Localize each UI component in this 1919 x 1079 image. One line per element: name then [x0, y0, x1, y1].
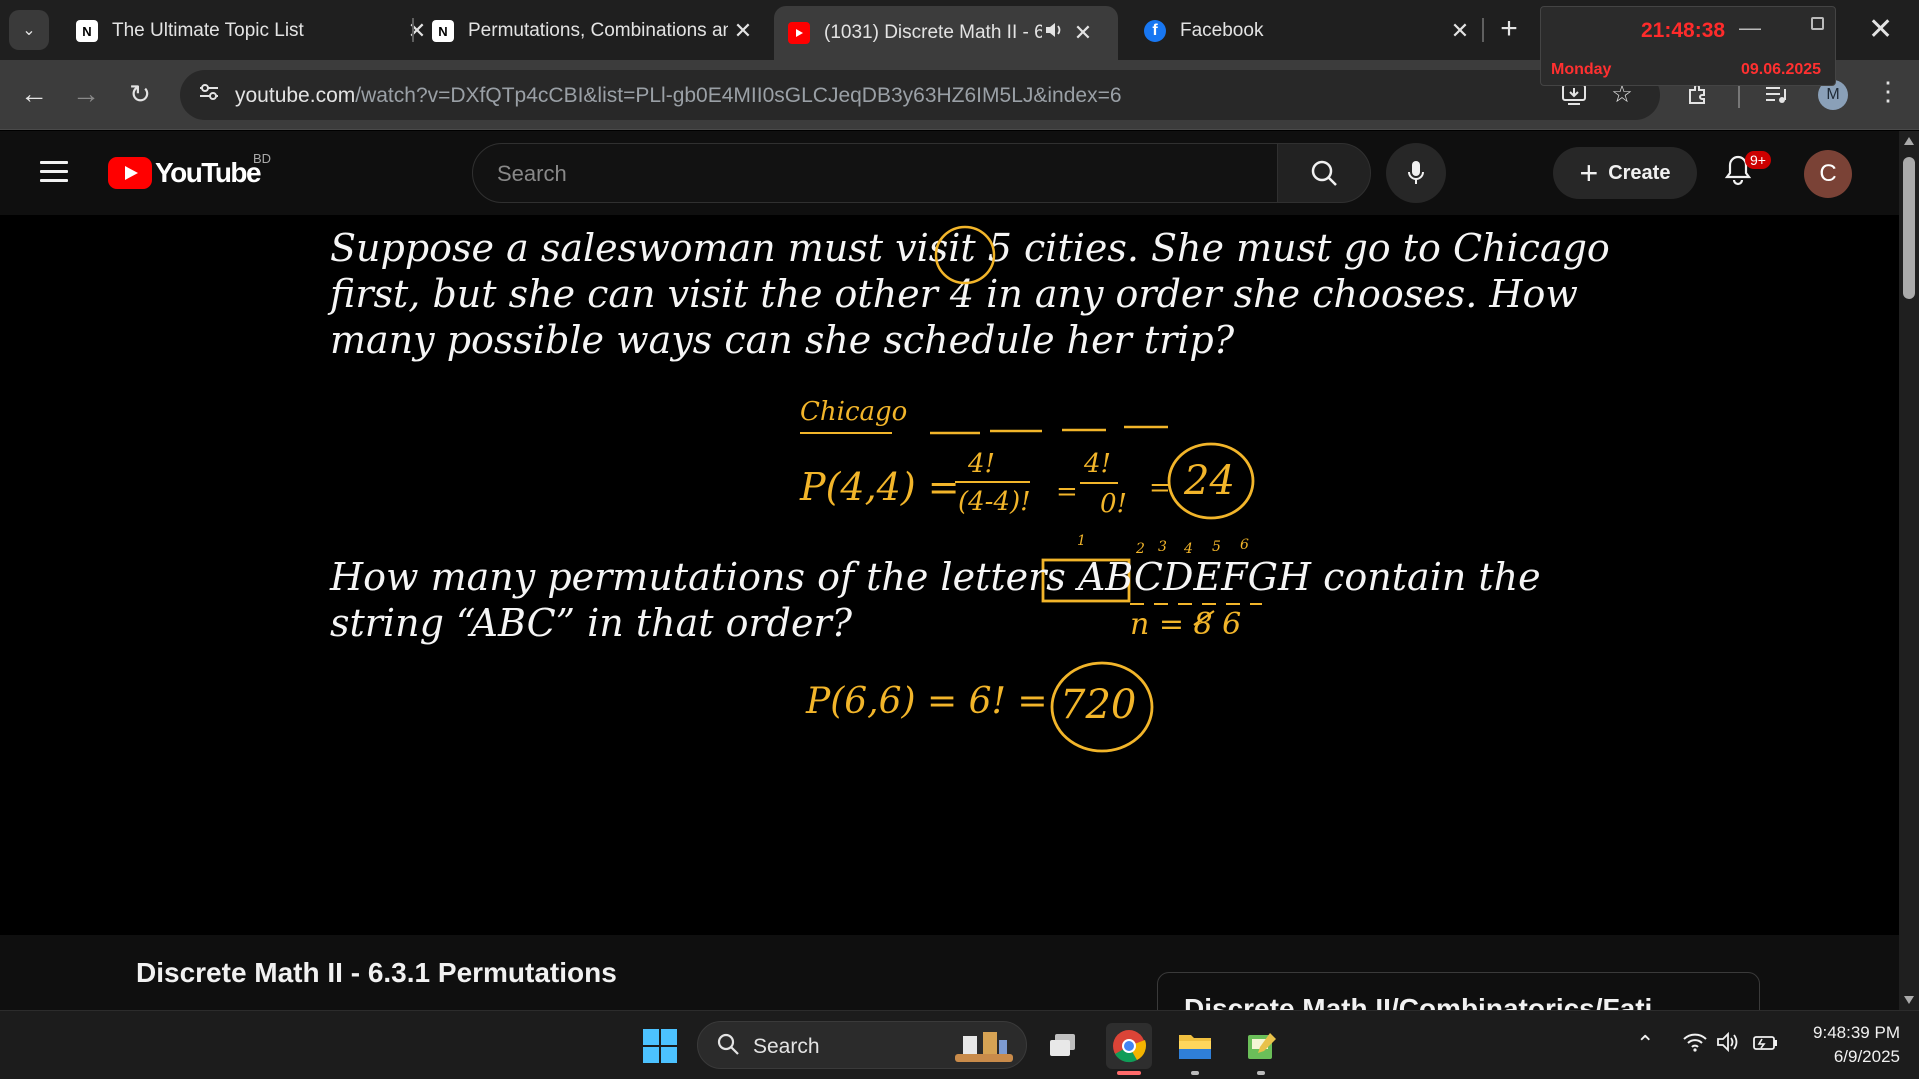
clock-day: Monday: [1551, 61, 1612, 78]
microphone-icon: [1408, 161, 1424, 184]
problem2-line2: string “ABC” in that order?: [330, 601, 852, 645]
minimize-icon[interactable]: —: [1739, 15, 1761, 41]
youtube-logo[interactable]: YouTube: [108, 157, 262, 189]
battery-icon[interactable]: [1752, 1031, 1780, 1059]
address-bar[interactable]: youtube.com/watch?v=DXfQTp4cCBI&list=PLl…: [180, 70, 1660, 120]
youtube-search-input[interactable]: Search: [472, 143, 1278, 203]
index-mark: 1: [1077, 533, 1086, 549]
url-text[interactable]: youtube.com/watch?v=DXfQTp4cCBI&list=PLl…: [235, 84, 1122, 108]
circle-mark: [934, 225, 996, 285]
search-icon: [1311, 160, 1337, 186]
country-code: BD: [253, 151, 272, 166]
windows-taskbar: Search ⌃ 9:48:39 PM 6/9/2025: [0, 1010, 1919, 1079]
youtube-header: YouTube BD Search + Create 9+ C: [0, 131, 1899, 215]
video-title: Discrete Math II - 6.3.1 Permutations: [136, 957, 617, 988]
close-tab-icon[interactable]: ✕: [1445, 18, 1475, 44]
notion-icon: N: [76, 20, 98, 42]
scroll-down-icon[interactable]: [1904, 996, 1914, 1004]
clock-date: 09.06.2025: [1741, 61, 1822, 78]
p44-expression: P(4,4) =: [800, 465, 960, 509]
chevron-down-icon: ⌄: [22, 22, 36, 39]
site-settings-icon[interactable]: [196, 82, 222, 108]
restore-icon[interactable]: [1811, 17, 1824, 30]
scroll-up-icon[interactable]: [1904, 137, 1914, 145]
n-label: n = 8 6: [1130, 607, 1242, 642]
youtube-icon: [788, 22, 810, 44]
tab-permutations[interactable]: N Permutations, Combinations and ✕: [418, 8, 758, 54]
account-avatar[interactable]: C: [1804, 150, 1852, 198]
forward-icon[interactable]: →: [66, 74, 106, 114]
tab-divider: [412, 18, 414, 42]
hamburger-menu-icon[interactable]: [40, 161, 68, 183]
tab-divider: [1482, 18, 1484, 42]
voice-search-button[interactable]: [1386, 143, 1446, 203]
wifi-icon[interactable]: [1682, 1031, 1708, 1059]
facebook-icon: f: [1144, 20, 1166, 42]
file-explorer-icon[interactable]: [1172, 1023, 1218, 1069]
p66-expression: P(6,6) = 6! =: [806, 681, 1048, 722]
tab-search-button[interactable]: ⌄: [9, 10, 49, 50]
chrome-app-icon[interactable]: [1106, 1023, 1152, 1069]
video-info-section: Discrete Math II - 6.3.1 Permutations Di…: [0, 935, 1899, 1032]
task-view-icon[interactable]: [1040, 1023, 1086, 1069]
chicago-label: Chicago: [800, 397, 908, 427]
fraction1-denominator: (4-4)!: [958, 487, 1031, 517]
page-scrollbar[interactable]: [1899, 131, 1919, 1010]
running-indicator: [1191, 1071, 1199, 1075]
search-icon: [716, 1032, 740, 1063]
browser-menu-icon[interactable]: ⋮: [1875, 76, 1901, 107]
reload-icon[interactable]: ↻: [120, 74, 160, 114]
running-indicator: [1257, 1071, 1265, 1075]
tab-facebook[interactable]: f Facebook ✕: [1130, 8, 1475, 54]
result-720: 720: [1060, 682, 1137, 728]
notepad-app-icon[interactable]: [1238, 1023, 1284, 1069]
index-mark: 3: [1158, 539, 1167, 555]
taskbar-clock[interactable]: 9:48:39 PM 6/9/2025: [1780, 1021, 1900, 1069]
taskbar-search[interactable]: Search: [697, 1021, 1027, 1069]
close-tab-icon[interactable]: ✕: [728, 18, 758, 44]
close-tab-icon[interactable]: ✕: [1068, 20, 1098, 46]
new-tab-button[interactable]: +: [1492, 13, 1526, 47]
scrollbar-thumb[interactable]: [1903, 157, 1915, 299]
plus-icon: +: [1579, 155, 1599, 191]
search-highlight-icon: [955, 1032, 1013, 1062]
volume-icon[interactable]: [1716, 1031, 1742, 1059]
problem2-line1: How many permutations of the letters ABC…: [330, 555, 1541, 599]
notification-badge: 9+: [1745, 151, 1771, 169]
create-button[interactable]: + Create: [1553, 147, 1697, 199]
tab-topic-list[interactable]: N The Ultimate Topic List ✕: [62, 8, 432, 54]
window-close-icon[interactable]: ✕: [1868, 12, 1893, 47]
notion-icon: N: [432, 20, 454, 42]
youtube-play-icon: [108, 157, 152, 189]
fraction2-denominator: 0!: [1100, 489, 1127, 519]
desktop-clock-widget: 21:48:38 — Monday 09.06.2025: [1540, 6, 1836, 86]
back-icon[interactable]: ←: [14, 74, 54, 114]
show-hidden-icons-icon[interactable]: ⌃: [1636, 1031, 1654, 1057]
windows-start-icon[interactable]: [643, 1029, 677, 1063]
video-player[interactable]: Suppose a saleswoman must visit 5 cities…: [0, 215, 1899, 935]
index-mark: 6: [1240, 537, 1249, 553]
clock-time: 21:48:38: [1641, 19, 1726, 42]
fraction2-numerator: 4!: [1084, 449, 1111, 479]
fraction1-numerator: 4!: [968, 449, 995, 479]
index-mark: 5: [1212, 539, 1221, 555]
result-24: 24: [1184, 458, 1235, 504]
equals-sign: =: [1149, 473, 1171, 503]
equals-sign: =: [1056, 477, 1078, 507]
speaker-icon[interactable]: [1042, 21, 1068, 45]
search-button[interactable]: [1277, 143, 1371, 203]
tab-youtube-discrete-math[interactable]: (1031) Discrete Math II - 6.3.1 ✕: [774, 6, 1118, 60]
running-indicator: [1117, 1071, 1141, 1075]
